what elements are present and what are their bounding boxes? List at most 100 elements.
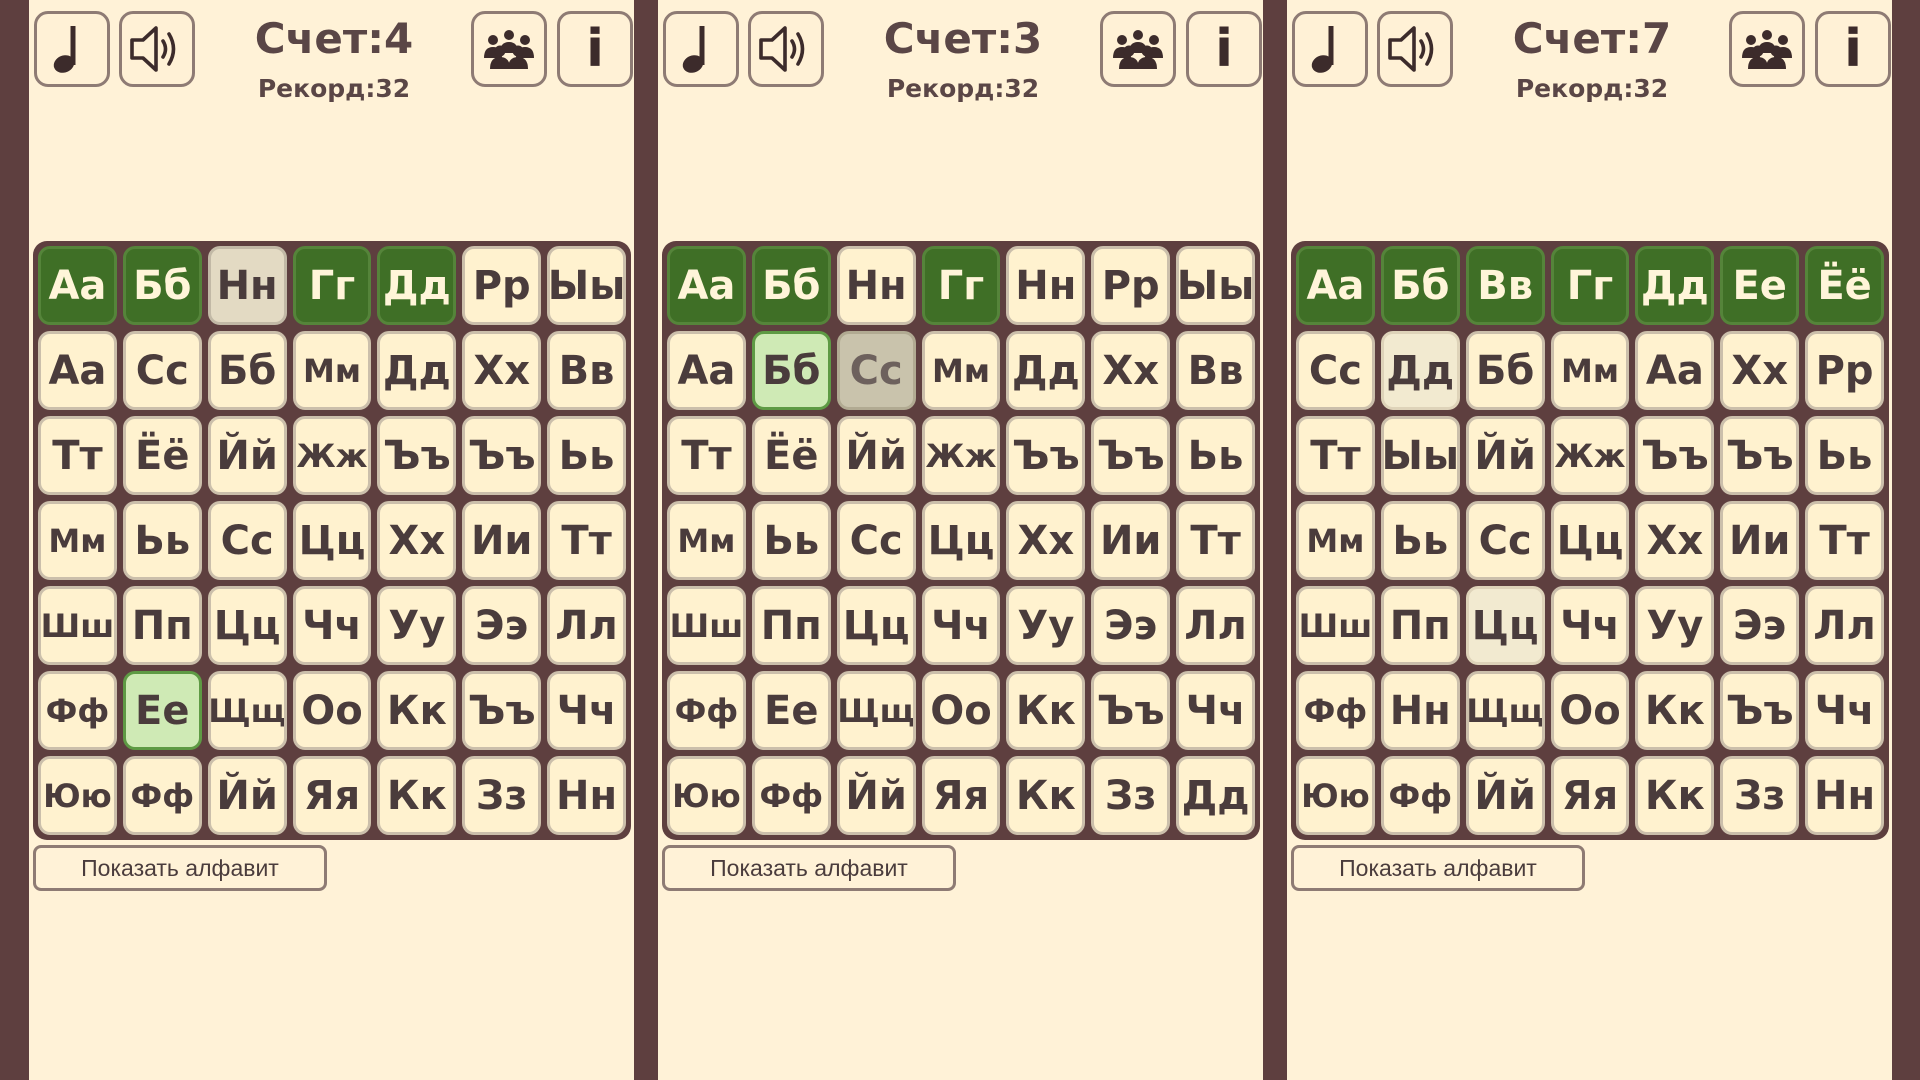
letter-tile[interactable]: Тт — [1176, 501, 1255, 580]
letter-tile[interactable]: Юю — [667, 756, 746, 835]
letter-tile[interactable]: Щщ — [836, 671, 916, 750]
letter-tile[interactable]: Дд — [1635, 246, 1715, 325]
letter-tile[interactable]: Мм — [38, 501, 117, 580]
info-button[interactable]: i — [1186, 11, 1262, 87]
letter-tile[interactable]: Цц — [207, 586, 287, 665]
letter-tile[interactable]: Яя — [921, 756, 1001, 835]
letter-tile[interactable]: Бб — [751, 331, 831, 410]
letter-tile[interactable]: Гг — [292, 246, 372, 325]
letter-tile[interactable]: Кк — [1635, 671, 1715, 750]
letter-tile[interactable]: Фф — [1380, 756, 1460, 835]
music-toggle-button[interactable] — [1292, 11, 1368, 87]
letter-tile[interactable]: Кк — [1006, 756, 1086, 835]
letter-tile[interactable]: Тт — [38, 416, 117, 495]
letter-tile[interactable]: Зз — [1720, 756, 1800, 835]
letter-tile[interactable]: Жж — [921, 416, 1001, 495]
letter-tile[interactable]: Нн — [1380, 671, 1460, 750]
letter-tile[interactable]: Кк — [1006, 671, 1086, 750]
letter-tile[interactable]: Нн — [547, 756, 626, 835]
letter-tile[interactable]: Фф — [1296, 671, 1375, 750]
letter-tile[interactable]: Юю — [1296, 756, 1375, 835]
letter-tile[interactable]: Цц — [1465, 586, 1545, 665]
letter-tile[interactable]: Бб — [1465, 331, 1545, 410]
letter-tile[interactable]: Кк — [377, 756, 457, 835]
letter-tile[interactable]: Нн — [1006, 246, 1086, 325]
letter-tile[interactable]: Нн — [1805, 756, 1884, 835]
letter-tile[interactable]: Ыы — [1176, 246, 1255, 325]
letter-tile[interactable]: Лл — [1176, 586, 1255, 665]
letter-tile[interactable]: Мм — [667, 501, 746, 580]
letter-tile[interactable]: Фф — [38, 671, 117, 750]
letter-tile[interactable]: Хх — [462, 331, 542, 410]
letter-tile[interactable]: Аа — [38, 331, 117, 410]
letter-tile[interactable]: Ээ — [1720, 586, 1800, 665]
letter-tile[interactable]: Ъъ — [1091, 671, 1171, 750]
letter-tile[interactable]: Ьь — [1805, 416, 1884, 495]
letter-tile[interactable]: Кк — [377, 671, 457, 750]
letter-tile[interactable]: Аа — [38, 246, 117, 325]
letter-tile[interactable]: Мм — [292, 331, 372, 410]
letter-tile[interactable]: Аа — [667, 246, 746, 325]
letter-tile[interactable]: Ёё — [751, 416, 831, 495]
letter-tile[interactable]: Цц — [921, 501, 1001, 580]
letter-tile[interactable]: Чч — [1550, 586, 1630, 665]
letter-tile[interactable]: Лл — [547, 586, 626, 665]
letter-tile[interactable]: Хх — [1720, 331, 1800, 410]
letter-tile[interactable]: Ъъ — [1635, 416, 1715, 495]
letter-tile[interactable]: Пп — [1380, 586, 1460, 665]
letter-tile[interactable]: Ьь — [122, 501, 202, 580]
letter-tile[interactable]: Дд — [1006, 331, 1086, 410]
letter-tile[interactable]: Йй — [207, 416, 287, 495]
sound-toggle-button[interactable] — [119, 11, 195, 87]
music-toggle-button[interactable] — [34, 11, 110, 87]
letter-tile[interactable]: Цц — [292, 501, 372, 580]
letter-tile[interactable]: Шш — [38, 586, 117, 665]
letter-tile[interactable]: Йй — [836, 756, 916, 835]
music-toggle-button[interactable] — [663, 11, 739, 87]
letter-tile[interactable]: Вв — [1176, 331, 1255, 410]
letter-tile[interactable]: Ёё — [122, 416, 202, 495]
letter-tile[interactable]: Хх — [1006, 501, 1086, 580]
letter-tile[interactable]: Фф — [751, 756, 831, 835]
players-button[interactable] — [1100, 11, 1176, 87]
letter-tile[interactable]: Аа — [667, 331, 746, 410]
letter-tile[interactable]: Хх — [1635, 501, 1715, 580]
info-button[interactable]: i — [557, 11, 633, 87]
letter-tile[interactable]: Чч — [1176, 671, 1255, 750]
letter-tile[interactable]: Ъъ — [1720, 416, 1800, 495]
show-alphabet-button[interactable]: Показать алфавит — [1291, 845, 1585, 891]
letter-tile[interactable]: Тт — [1296, 416, 1375, 495]
letter-tile[interactable]: Ёё — [1805, 246, 1884, 325]
letter-tile[interactable]: Ээ — [1091, 586, 1171, 665]
letter-tile[interactable]: Тт — [1805, 501, 1884, 580]
letter-tile[interactable]: Ее — [1720, 246, 1800, 325]
letter-tile[interactable]: Жж — [292, 416, 372, 495]
letter-tile[interactable]: Яя — [292, 756, 372, 835]
letter-tile[interactable]: Нн — [836, 246, 916, 325]
letter-tile[interactable]: Йй — [1465, 416, 1545, 495]
letter-tile[interactable]: Бб — [1380, 246, 1460, 325]
letter-tile[interactable]: Ъъ — [462, 416, 542, 495]
letter-tile[interactable]: Йй — [207, 756, 287, 835]
letter-tile[interactable]: Нн — [207, 246, 287, 325]
letter-tile[interactable]: Тт — [667, 416, 746, 495]
letter-tile[interactable]: Йй — [1465, 756, 1545, 835]
show-alphabet-button[interactable]: Показать алфавит — [662, 845, 956, 891]
letter-tile[interactable]: Сс — [1465, 501, 1545, 580]
letter-tile[interactable]: Цц — [836, 586, 916, 665]
letter-tile[interactable]: Юю — [38, 756, 117, 835]
letter-tile[interactable]: Чч — [292, 586, 372, 665]
letter-tile[interactable]: Йй — [836, 416, 916, 495]
letter-tile[interactable]: Ыы — [1380, 416, 1460, 495]
players-button[interactable] — [1729, 11, 1805, 87]
letter-tile[interactable]: Дд — [377, 246, 457, 325]
letter-tile[interactable]: Сс — [207, 501, 287, 580]
letter-tile[interactable]: Хх — [377, 501, 457, 580]
letter-tile[interactable]: Уу — [1635, 586, 1715, 665]
letter-tile[interactable]: Чч — [921, 586, 1001, 665]
letter-tile[interactable]: Аа — [1296, 246, 1375, 325]
letter-tile[interactable]: Ъъ — [462, 671, 542, 750]
letter-tile[interactable]: Бб — [207, 331, 287, 410]
letter-tile[interactable]: Рр — [1805, 331, 1884, 410]
letter-tile[interactable]: Уу — [377, 586, 457, 665]
